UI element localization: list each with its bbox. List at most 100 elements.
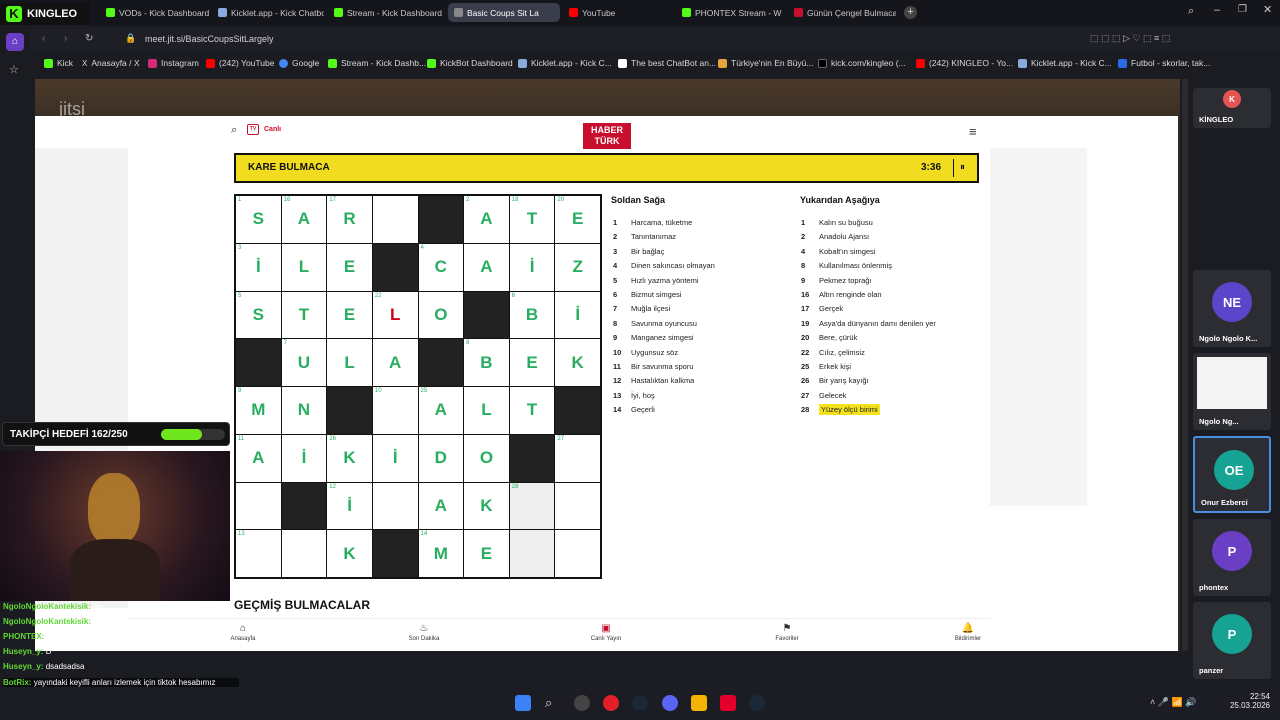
clue-item[interactable]: 25 Erkek kişi — [801, 362, 851, 371]
windows-start-icon[interactable] — [515, 695, 531, 711]
clue-item[interactable]: 9 Manganez simgesi — [613, 333, 694, 342]
clue-item[interactable]: 5 Hızlı yazma yöntemi — [613, 276, 699, 285]
clue-item[interactable]: 17 Gerçek — [801, 304, 843, 313]
tab-stream[interactable]: Stream - Kick Dashboard — [328, 3, 446, 22]
tab-vods[interactable]: VODs - Kick Dashboard — [100, 3, 210, 22]
bookmark[interactable]: Instagram — [148, 58, 199, 68]
clue-item[interactable]: 13 İyi, hoş — [613, 391, 655, 400]
crossword-cell[interactable]: K — [464, 482, 509, 530]
bookmark[interactable]: KickBot Dashboard — [427, 58, 513, 68]
crossword-cell[interactable]: 14 M — [418, 530, 464, 577]
crossword-cell[interactable]: A — [464, 243, 509, 291]
crossword-cell[interactable]: 12 İ — [327, 482, 372, 530]
crossword-cell[interactable]: 1S — [236, 196, 281, 243]
crossword-cell[interactable]: İ — [281, 434, 327, 482]
crossword-cell[interactable]: 3İ — [236, 243, 281, 291]
crossword-cell[interactable] — [555, 482, 600, 530]
crossword-cell[interactable]: D — [418, 434, 464, 482]
crossword-cell[interactable]: 27 — [555, 434, 600, 482]
bookmark[interactable]: Kicklet.app - Kick C... — [1018, 58, 1112, 68]
crossword-cell[interactable]: 16 A — [281, 196, 327, 243]
crossword-cell[interactable]: A — [418, 482, 464, 530]
clue-item[interactable]: 27 Gelecek — [801, 391, 847, 400]
live-link[interactable]: Canlı — [264, 126, 281, 133]
crossword-cell[interactable] — [281, 530, 327, 577]
clue-item[interactable]: 26 Bir yarış kayığı — [801, 376, 869, 385]
haberturk-logo[interactable]: HABER TÜRK — [583, 123, 631, 149]
bookmark[interactable]: X Anasayfa / X — [82, 58, 140, 68]
crossword-cell[interactable]: K — [327, 530, 372, 577]
crossword-cell[interactable]: 20 E — [555, 196, 600, 243]
clue-item[interactable]: 8 Kullanılması önlenmiş — [801, 261, 892, 270]
clue-item[interactable]: 9 Pekmez toprağı — [801, 276, 872, 285]
crossword-cell[interactable]: 4C — [418, 243, 464, 291]
clue-item[interactable]: 12 Hastalıktan kalkma — [613, 376, 694, 385]
participant-tile[interactable]: Ppanzer — [1193, 602, 1271, 679]
clue-item[interactable]: 4 Dinen sakıncası olmayan — [613, 261, 715, 270]
crossword-cell[interactable]: 2A — [464, 196, 509, 243]
crossword-cell[interactable]: 5S — [236, 291, 281, 339]
clue-item[interactable]: 16 Altın renginde olan — [801, 290, 882, 299]
clue-item[interactable]: 2 Tanıntanımaz — [613, 232, 676, 241]
bookmark[interactable]: The best ChatBot an... — [618, 58, 716, 68]
clue-item[interactable]: 19 Asya'da dünyanın damı denilen yer — [801, 319, 936, 328]
search-icon[interactable]: ⌕ — [1188, 5, 1194, 18]
clue-item[interactable]: 14 Geçerli — [613, 405, 655, 414]
bookmark[interactable]: kick.com/kingleo (... — [818, 58, 906, 68]
steam-icon[interactable] — [632, 695, 648, 711]
nav-notifications[interactable]: 🔔 Bildirimler — [938, 623, 998, 642]
forward-icon[interactable]: › — [64, 33, 67, 44]
clue-item[interactable]: 20 Bere, çürük — [801, 333, 857, 342]
crossword-cell[interactable]: 11 A — [236, 434, 281, 482]
bookmark[interactable]: Google — [279, 58, 319, 68]
pause-icon[interactable]: ⏸ — [953, 159, 971, 177]
clue-item[interactable]: 6 Bizmut simgesi — [613, 290, 681, 299]
crossword-cell[interactable]: L — [464, 387, 509, 434]
crossword-cell[interactable] — [509, 530, 555, 577]
crossword-cell[interactable]: 28 — [509, 482, 555, 530]
crossword-cell[interactable] — [372, 196, 418, 243]
crossword-cell[interactable]: O — [464, 434, 509, 482]
clue-item[interactable]: 1 Harcama, tüketme — [613, 218, 692, 227]
search-icon[interactable]: ⌕ — [231, 124, 237, 137]
crossword-cell[interactable]: A — [372, 339, 418, 386]
crossword-cell[interactable] — [236, 482, 281, 530]
url-input[interactable]: meet.jit.si/BasicCoupsSitLargely — [145, 34, 274, 44]
bookmark[interactable]: Kick — [44, 58, 73, 68]
bookmark[interactable]: Futbol - skorlar, tak... — [1118, 58, 1210, 68]
tab-kicklet[interactable]: Kicklet.app - Kick Chatbot — [212, 3, 324, 22]
menu-icon[interactable]: ≡ — [969, 124, 977, 139]
tab-phontex[interactable]: PHONTEX Stream - W — [676, 3, 786, 22]
bookmark[interactable]: (242) KINGLEO - Yo... — [916, 58, 1013, 68]
participant-tile[interactable]: OE Onur Ezberci — [1193, 436, 1271, 513]
crossword-cell[interactable]: 26 K — [327, 434, 372, 482]
bookmark[interactable]: (242) YouTube — [206, 58, 274, 68]
crossword-cell[interactable]: 25 A — [418, 387, 464, 434]
crossword-cell[interactable]: 17 R — [327, 196, 372, 243]
minimize-icon[interactable]: – — [1214, 4, 1220, 16]
crossword-cell[interactable]: O — [418, 291, 464, 339]
clock[interactable]: 22:54 25.03.2026 — [1226, 692, 1270, 710]
participant-tile[interactable]: NE Ngolo Ngolo K... — [1193, 270, 1271, 347]
maximize-icon[interactable]: ❐ — [1238, 4, 1247, 15]
crossword-cell[interactable]: L — [327, 339, 372, 386]
participant-tile[interactable]: Pphontex — [1193, 519, 1271, 596]
steam-icon[interactable] — [749, 695, 765, 711]
crossword-cell[interactable]: K — [555, 339, 600, 386]
crossword-cell[interactable]: E — [327, 243, 372, 291]
participant-tile[interactable]: K KİNGLEO — [1193, 88, 1271, 128]
nav-breaking[interactable]: ♨ Son Dakika — [394, 623, 454, 642]
clue-item[interactable]: 3 Bir bağlaç — [613, 247, 664, 256]
tab-jitsi[interactable]: Basic Coups Sit La — [448, 3, 560, 22]
clue-item[interactable]: 1 Kalın su buğusu — [801, 218, 873, 227]
participant-tile[interactable]: Ngolo Ng... — [1193, 353, 1271, 430]
clue-item[interactable]: 10 Uygunsuz söz — [613, 348, 678, 357]
crossword-cell[interactable]: E — [464, 530, 509, 577]
crossword-cell[interactable]: 13 — [236, 530, 281, 577]
bookmark[interactable]: Türkiye'nin En Büyü... — [718, 58, 813, 68]
tab-youtube[interactable]: YouTube — [563, 3, 673, 22]
bookmark[interactable]: Kicklet.app - Kick C... — [518, 58, 612, 68]
nav-favorites[interactable]: ⚑ Favoriler — [757, 623, 817, 642]
close-icon[interactable]: ✕ — [1263, 3, 1272, 16]
crossword-cell[interactable]: 10 — [372, 387, 418, 434]
